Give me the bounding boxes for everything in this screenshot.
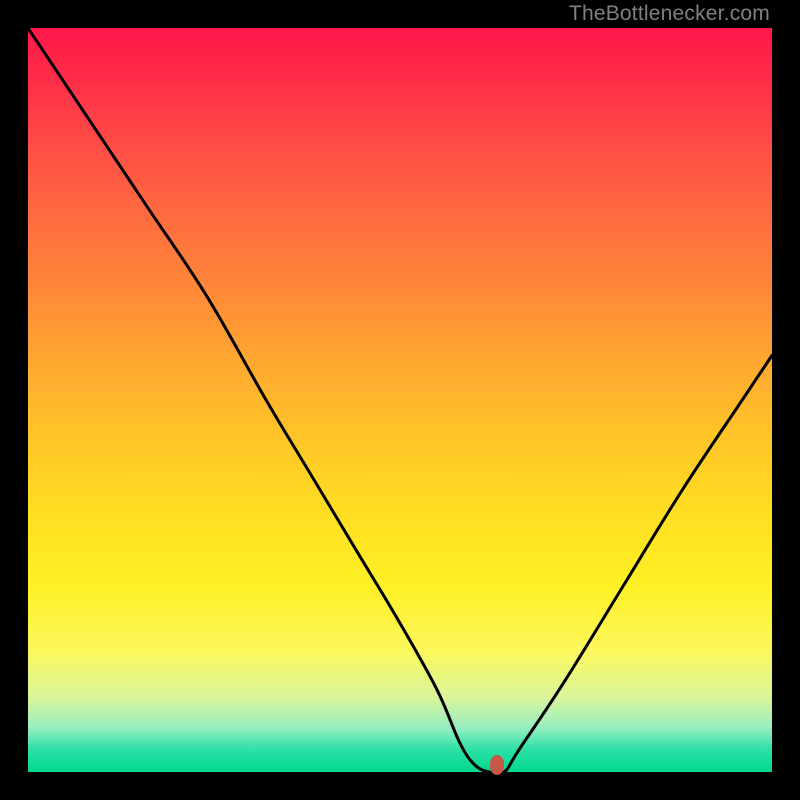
curve-path: [28, 28, 772, 772]
bottleneck-curve: [28, 28, 772, 772]
watermark-text: TheBottlenecker.com: [569, 2, 770, 26]
plot-area: [28, 28, 772, 772]
chart-frame: TheBottlenecker.com: [0, 0, 800, 800]
optimal-point-marker: [490, 755, 504, 775]
